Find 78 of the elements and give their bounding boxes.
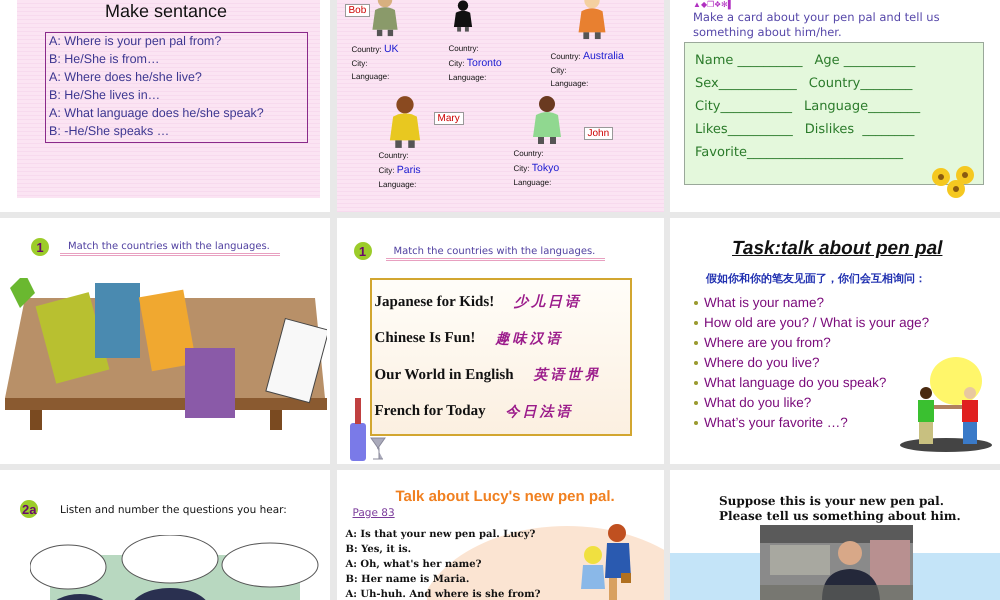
dialogue-line: A: Is that your new pen pal. Lucy? [346, 528, 536, 541]
question-text: What’s your favorite …? [704, 415, 848, 430]
slide-thumbnail[interactable] [670, 218, 1000, 464]
info-field: City: Toronto [448, 57, 502, 69]
info-field: Country: Australia [550, 50, 624, 62]
slide-thumbnail[interactable]: 2a Listen and number the questions you hear: [0, 470, 330, 600]
prompt-line: Suppose this is your new pen pal. [719, 494, 945, 509]
slide-thumbnail[interactable]: Talk about Lucy's new pen pal. Page 83 A: Is that your new pen pal. Lucy? B: Yes, it is. A: Oh, what's her name? B: Her name is Maria. A: Uh-huh. And where is she from? [336, 470, 664, 600]
slide-title: Talk about Lucy's new pen pal. [396, 488, 615, 505]
fill-in-line: Sex____________ [695, 76, 797, 91]
number-badge: 1 [31, 238, 49, 256]
info-field: City: [550, 66, 624, 75]
slide-thumbnail[interactable]: Bob Country: UK City: Language: Country: City: Toronto Language: Country: Australia City: Language: Mary Country: City: Paris Language: John Country: City: Tokyo Language: [336, 0, 664, 212]
slide-thumbnail[interactable] [670, 0, 1000, 212]
info-field: Country: UK [352, 43, 399, 55]
sentence-line: A: Where does he/she live? [49, 70, 203, 84]
question-text: Where do you live? [704, 355, 820, 370]
fill-in-line: Language________ [804, 99, 920, 114]
info-field: Language: [514, 178, 560, 187]
info-field: Language: [550, 79, 624, 88]
dialogue-line: B: Her name is Maria. [346, 573, 470, 586]
info-field: Country: [378, 151, 421, 160]
prompt-line: Please tell us something about him. [719, 509, 961, 524]
flowers-drawing [932, 165, 976, 199]
name-label: John [584, 127, 614, 140]
question-text: What language do you speak? [704, 375, 886, 390]
slide-title: Task:talk about pen pal [732, 238, 942, 260]
instruction-text: Match the countries with the languages. [386, 246, 606, 261]
info-field: Country: [448, 44, 502, 53]
number-badge: 2a [20, 500, 38, 518]
fill-in-line: Dislikes ________ [804, 122, 914, 137]
sentence-line: A: Where is your pen pal from? [49, 34, 222, 48]
question-text: Where are you from? [704, 335, 831, 350]
chinese-title: 少儿日语 [514, 293, 582, 312]
chinese-title: 英语世界 [534, 366, 602, 384]
number-badge: 1 [354, 242, 372, 260]
name-label: Mary [434, 112, 464, 125]
fill-in-line: Favorite________________________ [695, 145, 903, 160]
card-instruction: Make a card about your pen pal and tell us something about him/her. [693, 10, 941, 40]
book-title: Japanese for Kids! [374, 294, 494, 311]
instruction-text: Match the countries with the languages. [60, 241, 280, 256]
name-label: Bob [344, 4, 370, 17]
info-field: City: Paris [378, 164, 421, 176]
sentence-line: A: What language does he/she speak? [49, 106, 265, 120]
page-link[interactable]: Page 83 [352, 507, 395, 519]
fill-in-line: City___________ [695, 99, 792, 114]
info-field: City: Tokyo [514, 162, 560, 174]
book-title: Our World in English [374, 366, 514, 384]
info-field: Language: [378, 180, 421, 189]
info-field: City: [352, 59, 399, 68]
dialogue-line: B: Yes, it is. [346, 543, 412, 556]
question-text: What is your name? [704, 295, 824, 310]
slide-thumbnail[interactable]: 1 Match the countries with the languages. Japanese for Kids! 少儿日语 Chinese Is Fun! 趣味汉语 Our World in English 英语世界 French for Today 今日法语 [336, 218, 664, 464]
info-field: Language: [352, 72, 399, 81]
sentence-line: B: He/She lives in… [49, 88, 162, 102]
fill-in-line: Name __________ [695, 53, 802, 68]
slide-thumbnail[interactable]: Make sentance A: Where is your pen pal from? B: He/She is from… A: Where does he/she live? B: He/She lives in… A: What language does he/she speak? B: -He/She speaks … [0, 0, 330, 212]
chinese-title: 今日法语 [506, 402, 574, 421]
sentence-line: B: He/She is from… [49, 52, 160, 66]
sentence-line: B: -He/She speaks … [49, 124, 170, 138]
dialogue-line: A: Uh-huh. And where is she from? [346, 588, 541, 600]
symbol-text: ▲◆❒❖✻▌ [693, 0, 734, 9]
slide-thumbnail[interactable]: Suppose this is your new pen pal. Please tell us something about him. [670, 470, 1000, 600]
instruction-text: Listen and number the questions you hear: [60, 504, 287, 516]
info-field: Language: [448, 73, 502, 82]
question-text: What do you like? [704, 395, 812, 410]
fill-in-line: Likes__________ [695, 122, 793, 137]
book-title: French for Today [374, 403, 486, 420]
slide-title: Make sentance [105, 1, 228, 21]
info-field: Country: [514, 149, 560, 158]
chinese-title: 趣味汉语 [495, 330, 564, 348]
book-title: Chinese Is Fun! [374, 330, 476, 348]
slide-thumbnail[interactable]: 1 Match the countries with the languages. [0, 218, 330, 464]
fill-in-line: Age ___________ [814, 53, 916, 68]
chinese-prompt: 假如你和你的笔友见面了，你们会互相询问： [706, 272, 926, 286]
fill-in-line: Country________ [808, 76, 912, 91]
dialogue-line: A: Oh, what's her name? [346, 558, 482, 571]
question-text: How old are you? / What is your age? [704, 315, 930, 330]
